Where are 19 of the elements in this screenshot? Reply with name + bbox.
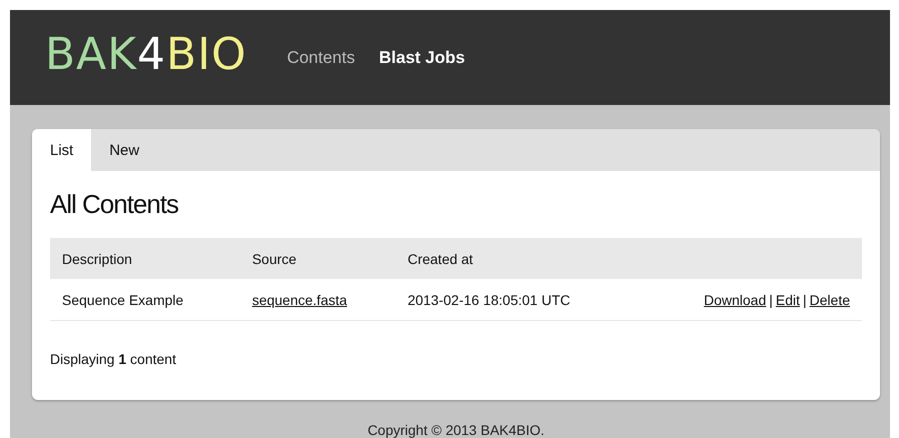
table-cell: Sequence Example — [50, 279, 240, 320]
tab[interactable]: New — [91, 129, 158, 171]
page-heading: All Contents — [50, 189, 180, 220]
source-link[interactable]: sequence.fasta — [252, 292, 348, 308]
separator: | — [802, 292, 807, 308]
logo: BAK4BIO — [45, 29, 247, 82]
footer-text: Copyright © 2013 BAK4BIO. — [366, 422, 546, 438]
nav-link[interactable]: Blast Jobs — [378, 48, 465, 68]
nav-link[interactable]: Contents — [286, 48, 355, 68]
separator: | — [769, 292, 773, 308]
summary-text: Displaying 1 content — [50, 351, 178, 367]
column-header: Source — [240, 238, 396, 279]
tab[interactable]: List — [32, 129, 92, 171]
column-header: Created at — [396, 238, 640, 279]
column-header: Description — [50, 238, 240, 279]
action-link[interactable]: Delete — [810, 292, 850, 308]
table-cell: 2013-02-16 18:05:01 UTC — [396, 279, 640, 320]
action-link[interactable]: Edit — [776, 292, 800, 308]
action-link[interactable]: Download — [704, 292, 766, 308]
